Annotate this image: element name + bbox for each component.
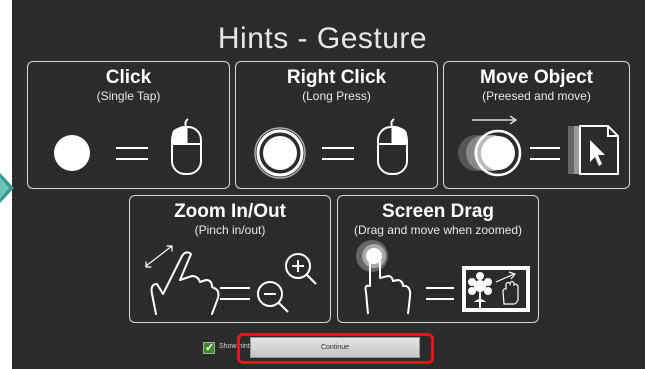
drag-finger-icon bbox=[356, 240, 412, 315]
document-cursor-icon bbox=[568, 125, 619, 175]
hint-card-click: Click (Single Tap) bbox=[27, 61, 230, 189]
equals-icon bbox=[116, 147, 148, 160]
long-press-circle-icon bbox=[254, 127, 306, 179]
equals-icon bbox=[220, 287, 250, 300]
equals-icon bbox=[530, 147, 560, 160]
move-object-illustration bbox=[458, 115, 619, 177]
right-click-illustration bbox=[254, 118, 408, 179]
hint-card-move-object: Move Object (Preesed and move) bbox=[443, 61, 630, 189]
equals-icon bbox=[426, 287, 454, 300]
side-arrow-highlight bbox=[0, 177, 9, 199]
hint-card-screen-drag: Screen Drag (Drag and move when zoomed) bbox=[337, 195, 539, 323]
page-title: Hints - Gesture bbox=[217, 22, 428, 55]
mouse-right-button-icon bbox=[377, 118, 408, 175]
show-hints-checkbox[interactable]: ✓ bbox=[203, 342, 215, 354]
hint-card-right-click: Right Click (Long Press) bbox=[235, 61, 438, 189]
zoom-in-icon bbox=[285, 253, 317, 285]
screen-drag-illustration bbox=[356, 240, 530, 315]
moving-circle-icon bbox=[458, 115, 522, 177]
equals-icon bbox=[322, 147, 354, 160]
checkmark-icon: ✓ bbox=[205, 342, 215, 354]
click-illustration bbox=[54, 118, 202, 175]
tap-circle-icon bbox=[54, 135, 90, 171]
picture-drag-icon bbox=[462, 266, 530, 312]
zoom-illustration bbox=[145, 245, 317, 315]
pinch-hand-icon bbox=[145, 245, 220, 315]
mouse-left-button-icon bbox=[171, 118, 202, 175]
highlight-frame bbox=[237, 333, 434, 364]
hint-card-zoom: Zoom In/Out (Pinch in/out) bbox=[129, 195, 331, 323]
zoom-out-icon bbox=[257, 281, 289, 313]
